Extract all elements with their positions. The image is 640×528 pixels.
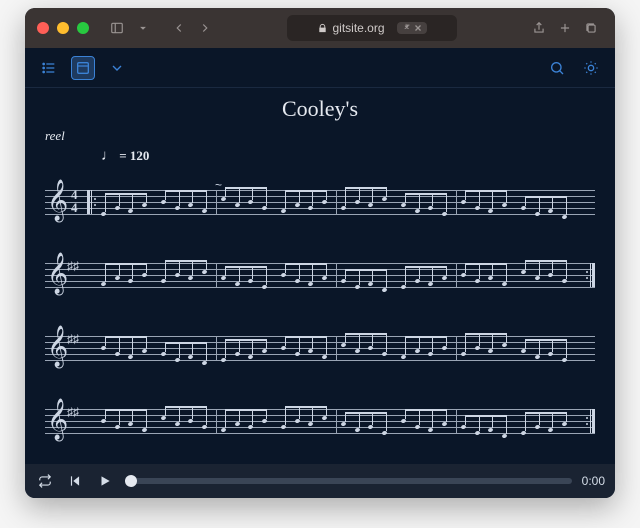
score-subtitle: reel: [45, 128, 595, 144]
staves-container: 𝄞44~𝄞♯♯𝄞♯♯𝄞♯♯: [45, 167, 595, 460]
share-button[interactable]: [527, 16, 551, 40]
close-window-button[interactable]: [37, 22, 49, 34]
window-controls: [37, 22, 89, 34]
address-bar[interactable]: gitsite.org: [287, 15, 457, 41]
tempo-note-symbol: ♩: [101, 148, 116, 164]
zoom-window-button[interactable]: [77, 22, 89, 34]
close-icon: [413, 23, 423, 33]
loop-button[interactable]: [35, 471, 55, 491]
play-button[interactable]: [95, 471, 115, 491]
lock-icon: [317, 23, 328, 34]
notes-row: [99, 178, 587, 226]
treble-clef-icon: 𝄞: [47, 399, 68, 439]
theme-toggle-button[interactable]: [579, 56, 603, 80]
key-signature: ♯♯: [67, 405, 79, 419]
sidebar-toggle-button[interactable]: [105, 16, 129, 40]
tabs-overview-button[interactable]: [579, 16, 603, 40]
nav-back-button[interactable]: [167, 16, 191, 40]
staff-row: 𝄞♯♯: [45, 251, 595, 301]
progress-slider[interactable]: [125, 478, 572, 484]
staff-row: 𝄞♯♯: [45, 397, 595, 447]
address-bar-host: gitsite.org: [332, 21, 384, 35]
key-signature: ♯♯: [67, 259, 79, 273]
nav-forward-button[interactable]: [193, 16, 217, 40]
sheet-music-area: Cooley's reel ♩ = 120 𝄞44~𝄞♯♯𝄞♯♯𝄞♯♯: [25, 88, 615, 464]
notes-row: [99, 397, 587, 445]
browser-window: gitsite.org: [25, 8, 615, 498]
list-view-button[interactable]: [37, 56, 61, 80]
reader-badge[interactable]: [397, 22, 427, 34]
tempo-bpm: 120: [130, 148, 150, 163]
treble-clef-icon: 𝄞: [47, 253, 68, 293]
playback-time: 0:00: [582, 474, 605, 488]
key-signature: ♯♯: [67, 332, 79, 346]
browser-titlebar: gitsite.org: [25, 8, 615, 48]
notes-row: [99, 251, 587, 299]
playback-bar: 0:00: [25, 464, 615, 498]
repeat-end: [589, 409, 595, 433]
repeat-end: [589, 263, 595, 287]
time-signature: 44: [71, 188, 78, 214]
page-view-button[interactable]: [71, 56, 95, 80]
progress-knob[interactable]: [125, 475, 137, 487]
tab-dropdown-button[interactable]: [131, 16, 155, 40]
prev-track-button[interactable]: [65, 471, 85, 491]
app-toolbar: [25, 48, 615, 88]
score-title: Cooley's: [45, 96, 595, 122]
expand-menu-button[interactable]: [105, 56, 129, 80]
treble-clef-icon: 𝄞: [47, 180, 68, 220]
staff-row: 𝄞44~: [45, 178, 595, 228]
search-button[interactable]: [545, 56, 569, 80]
staff-row: 𝄞♯♯: [45, 324, 595, 374]
minimize-window-button[interactable]: [57, 22, 69, 34]
new-tab-button[interactable]: [553, 16, 577, 40]
repeat-start: [87, 190, 93, 214]
notes-row: [99, 324, 587, 372]
treble-clef-icon: 𝄞: [47, 326, 68, 366]
translate-icon: [401, 23, 411, 33]
tempo-marking: ♩ = 120: [101, 148, 595, 165]
